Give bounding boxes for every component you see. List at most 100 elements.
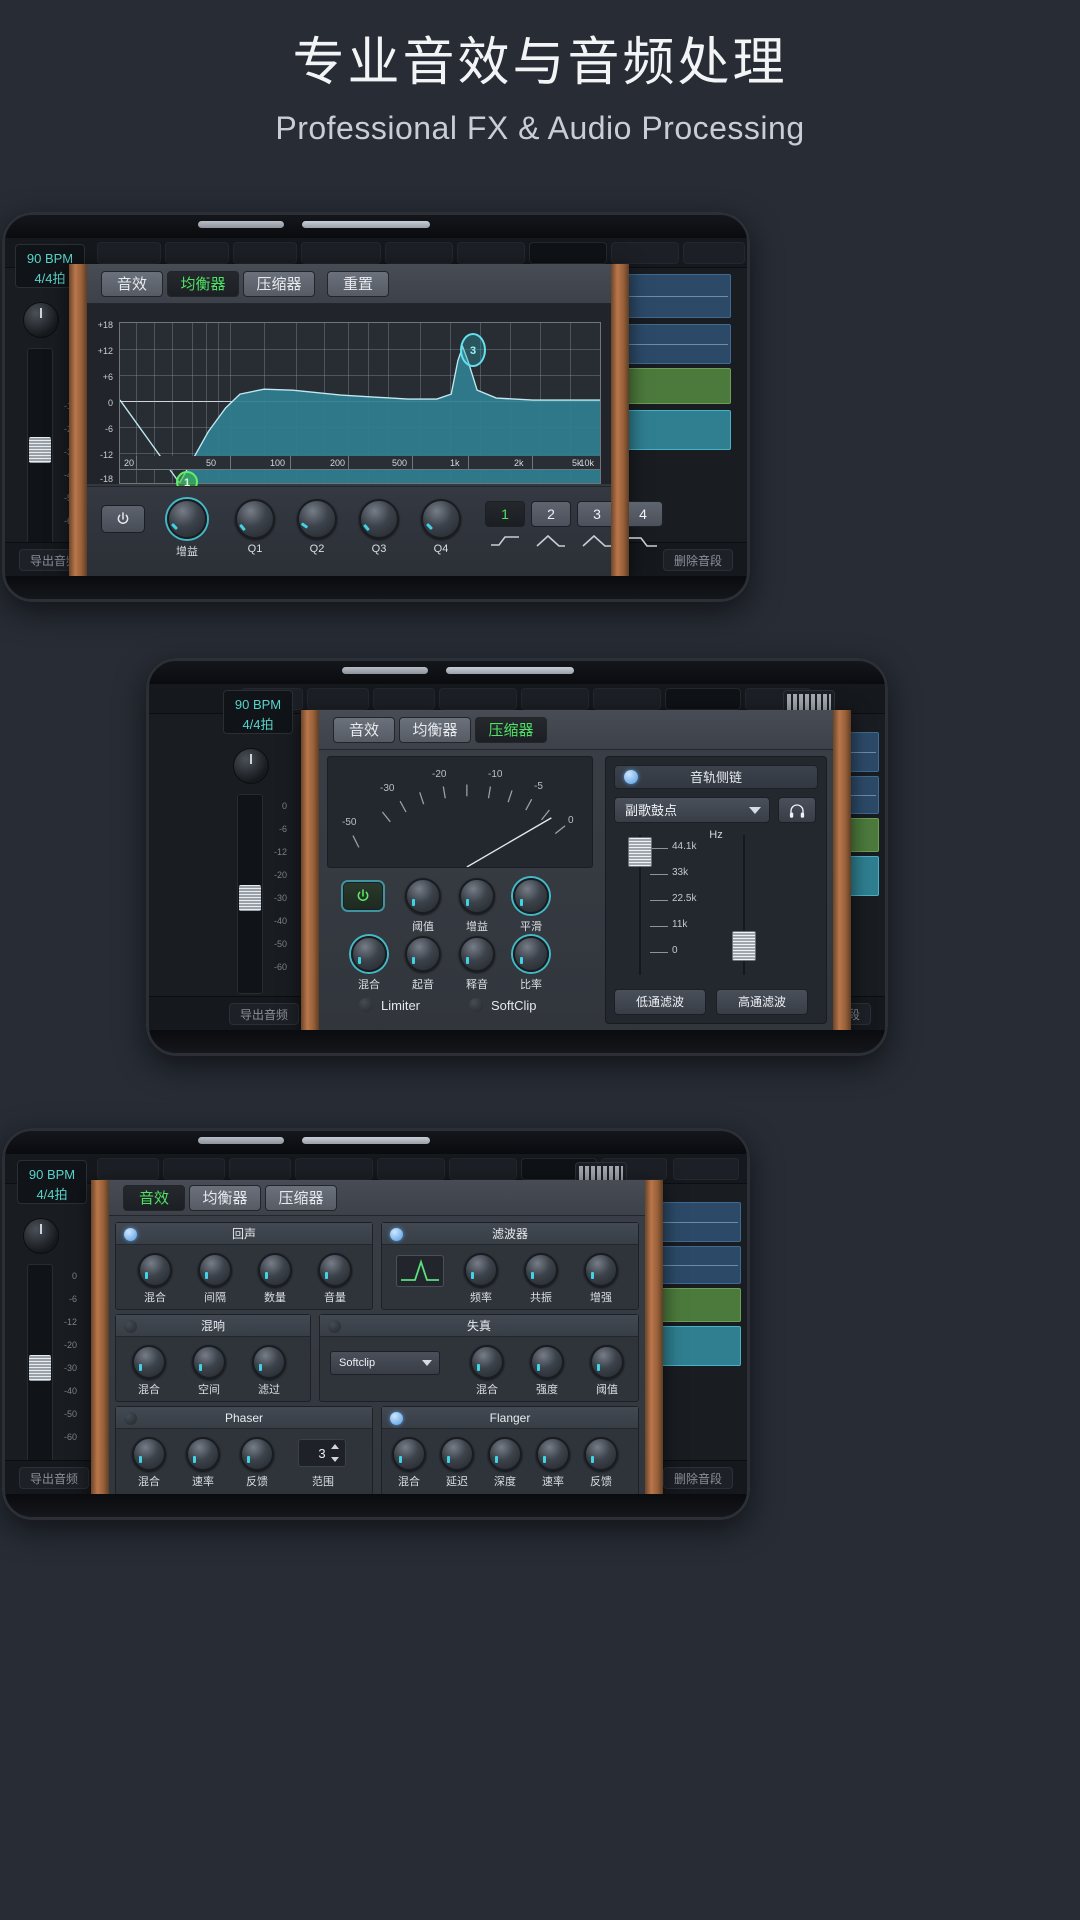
- knob-phaser-rate[interactable]: [186, 1437, 220, 1471]
- toolbar-slot[interactable]: [295, 1158, 373, 1180]
- delete-segment-button[interactable]: 删除音段: [662, 1467, 733, 1489]
- sidechain-header[interactable]: 音轨侧链: [614, 765, 818, 789]
- compressor-power-button[interactable]: [343, 882, 383, 910]
- toolbar-slot[interactable]: [611, 242, 679, 264]
- knob-reverb-filter[interactable]: [252, 1345, 286, 1379]
- knob-flanger-depth[interactable]: [488, 1437, 522, 1471]
- knob-flanger-delay[interactable]: [440, 1437, 474, 1471]
- tab-eq[interactable]: 均衡器: [189, 1185, 261, 1211]
- knob-dist-drive[interactable]: [530, 1345, 564, 1379]
- stepper-up-icon[interactable]: [331, 1444, 339, 1449]
- toolbar-slot[interactable]: [665, 688, 741, 710]
- export-audio-button[interactable]: 导出音频: [229, 1003, 300, 1025]
- audio-clip[interactable]: [611, 368, 731, 404]
- knob-q1[interactable]: [235, 499, 275, 539]
- audio-clip[interactable]: [611, 274, 731, 318]
- knob-q4[interactable]: [421, 499, 461, 539]
- tab-compressor[interactable]: 压缩器: [265, 1185, 337, 1211]
- sidechain-monitor-button[interactable]: [778, 797, 816, 823]
- knob-gain[interactable]: [167, 499, 207, 539]
- knob-filter-reso[interactable]: [524, 1253, 558, 1287]
- fader-cap[interactable]: [29, 437, 51, 463]
- tab-fx[interactable]: 音效: [123, 1185, 185, 1211]
- limiter-toggle-led[interactable]: [359, 998, 373, 1012]
- lowpass-filter-button[interactable]: 低通滤波: [614, 989, 706, 1015]
- toolbar-slot[interactable]: [165, 242, 229, 264]
- daw-volume-fader[interactable]: [237, 794, 263, 994]
- flanger-enable-led[interactable]: [390, 1412, 403, 1425]
- filter-curve-icon[interactable]: [396, 1255, 444, 1287]
- toolbar-slot[interactable]: [385, 242, 453, 264]
- toolbar-slot[interactable]: [439, 688, 517, 710]
- knob-reverb-space[interactable]: [192, 1345, 226, 1379]
- toolbar-slot[interactable]: [97, 242, 161, 264]
- sidechain-source-select[interactable]: 副歌鼓点: [614, 797, 770, 823]
- toolbar-slot[interactable]: [301, 242, 381, 264]
- bpm-display[interactable]: 90 BPM 4/4拍: [17, 1160, 87, 1204]
- knob-threshold[interactable]: [405, 878, 441, 914]
- toolbar-slot[interactable]: [163, 1158, 225, 1180]
- daw-pan-knob[interactable]: [23, 1218, 59, 1254]
- knob-q2[interactable]: [297, 499, 337, 539]
- audio-clip[interactable]: [611, 324, 731, 364]
- knob-filter-boost[interactable]: [584, 1253, 618, 1287]
- knob-flanger-feedback[interactable]: [584, 1437, 618, 1471]
- tab-reset[interactable]: 重置: [327, 271, 389, 297]
- echo-enable-led[interactable]: [124, 1228, 137, 1241]
- toolbar-slot[interactable]: [373, 688, 435, 710]
- knob-echo-mix[interactable]: [138, 1253, 172, 1287]
- slider-handle[interactable]: [628, 837, 652, 867]
- knob-q3[interactable]: [359, 499, 399, 539]
- knob-dist-mix[interactable]: [470, 1345, 504, 1379]
- tab-compressor[interactable]: 压缩器: [475, 717, 547, 743]
- knob-echo-interval[interactable]: [198, 1253, 232, 1287]
- bpm-display[interactable]: 90 BPM 4/4拍: [223, 690, 293, 734]
- daw-pan-knob[interactable]: [23, 302, 59, 338]
- distortion-enable-led[interactable]: [328, 1320, 341, 1333]
- filter-enable-led[interactable]: [390, 1228, 403, 1241]
- phaser-enable-led[interactable]: [124, 1412, 137, 1425]
- toolbar-slot[interactable]: [229, 1158, 291, 1180]
- toolbar-slot[interactable]: [449, 1158, 517, 1180]
- knob-filter-freq[interactable]: [464, 1253, 498, 1287]
- knob-smooth[interactable]: [513, 878, 549, 914]
- daw-pan-knob[interactable]: [233, 748, 269, 784]
- slider-handle[interactable]: [732, 931, 756, 961]
- toolbar-slot[interactable]: [97, 1158, 159, 1180]
- band-button-4[interactable]: 4: [623, 501, 663, 527]
- highpass-filter-button[interactable]: 高通滤波: [716, 989, 808, 1015]
- band-button-1[interactable]: 1: [485, 501, 525, 527]
- band-button-2[interactable]: 2: [531, 501, 571, 527]
- toolbar-slot[interactable]: [377, 1158, 445, 1180]
- toolbar-slot[interactable]: [593, 688, 661, 710]
- knob-attack[interactable]: [405, 936, 441, 972]
- stepper-down-icon[interactable]: [331, 1457, 339, 1462]
- eq-node-3[interactable]: 3: [460, 333, 486, 367]
- toolbar-slot[interactable]: [307, 688, 369, 710]
- tab-compressor[interactable]: 压缩器: [243, 271, 315, 297]
- knob-reverb-mix[interactable]: [132, 1345, 166, 1379]
- sidechain-led[interactable]: [624, 770, 638, 784]
- knob-release[interactable]: [459, 936, 495, 972]
- toolbar-slot[interactable]: [683, 242, 745, 264]
- daw-volume-fader[interactable]: [27, 348, 53, 548]
- knob-echo-volume[interactable]: [318, 1253, 352, 1287]
- tab-eq[interactable]: 均衡器: [399, 717, 471, 743]
- toolbar-slot[interactable]: [457, 242, 525, 264]
- daw-volume-fader[interactable]: [27, 1264, 53, 1464]
- reverb-enable-led[interactable]: [124, 1320, 137, 1333]
- delete-segment-button[interactable]: 删除音段: [662, 549, 733, 571]
- toolbar-slot[interactable]: [521, 688, 589, 710]
- toolbar-slot[interactable]: [529, 242, 607, 264]
- fader-cap[interactable]: [29, 1355, 51, 1381]
- knob-phaser-feedback[interactable]: [240, 1437, 274, 1471]
- tab-eq[interactable]: 均衡器: [167, 271, 239, 297]
- knob-dist-threshold[interactable]: [590, 1345, 624, 1379]
- eq-power-button[interactable]: [101, 505, 145, 533]
- knob-flanger-rate[interactable]: [536, 1437, 570, 1471]
- audio-clip[interactable]: [611, 410, 731, 450]
- knob-makeup-gain[interactable]: [459, 878, 495, 914]
- tab-fx[interactable]: 音效: [101, 271, 163, 297]
- phaser-range-stepper[interactable]: 3: [298, 1439, 346, 1467]
- distortion-type-select[interactable]: Softclip: [330, 1351, 440, 1375]
